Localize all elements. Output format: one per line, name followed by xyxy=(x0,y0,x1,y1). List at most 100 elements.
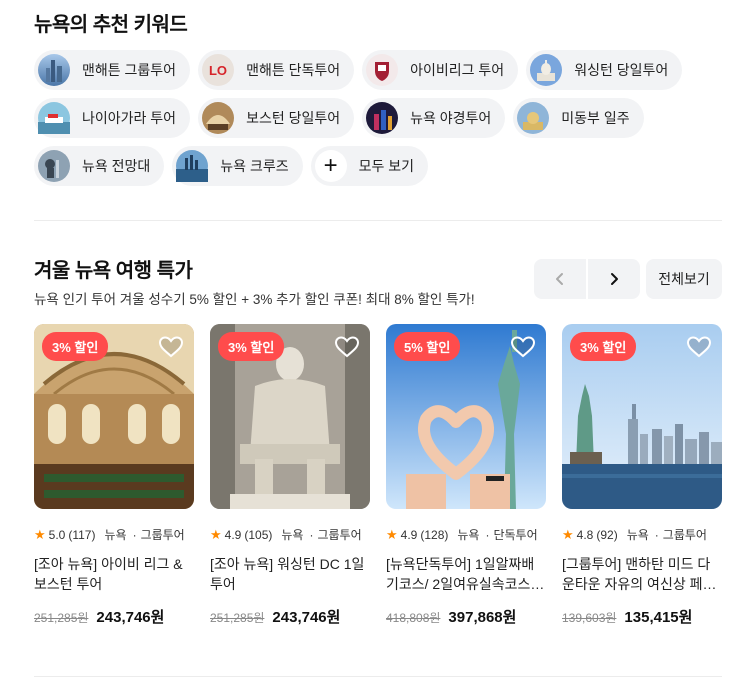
keyword-label: 보스턴 당일투어 xyxy=(246,110,341,126)
star-icon: ★ xyxy=(562,526,574,542)
deals-title: 겨울 뉴욕 여행 특가 xyxy=(34,260,193,282)
tour-type: 그룹투어 xyxy=(140,528,185,542)
rating-value: 4.9 xyxy=(224,527,242,542)
keyword-row: 뉴욕 전망대 뉴욕 크루즈 + 모두 보기 xyxy=(34,146,734,186)
prev-button[interactable] xyxy=(534,259,586,299)
rating-value: 4.9 xyxy=(400,527,418,542)
deal-name[interactable]: [그룹투어] 맨하탄 미드 다운타운 자유의 여신상 페리 투... xyxy=(562,554,722,594)
rating-value: 4.8 xyxy=(576,527,594,542)
discount-badge: 3% 할인 xyxy=(218,332,285,361)
keyword-label: 뉴욕 크루즈 xyxy=(220,158,289,174)
price-row: 139,603원 135,415원 xyxy=(562,606,722,627)
keyword-row: 나이아가라 투어 보스턴 당일투어 뉴욕 야경투어 미동부 일주 xyxy=(34,98,734,138)
original-price: 139,603원 xyxy=(562,611,617,625)
original-price: 251,285원 xyxy=(210,611,265,625)
skyline-thumb xyxy=(38,54,70,86)
observatory-thumb xyxy=(38,150,70,182)
keyword-chip[interactable]: 뉴욕 야경투어 xyxy=(362,98,506,138)
library-thumb xyxy=(202,102,235,134)
deals-subtitle: 뉴욕 인기 투어 겨울 성수기 5% 할인 + 3% 추가 할인 쿠폰! 최대 … xyxy=(34,292,475,307)
city-label: 뉴욕 xyxy=(457,528,480,542)
original-price: 251,285원 xyxy=(34,611,89,625)
price-row: 251,285원 243,746원 xyxy=(34,606,194,627)
keyword-label: 워싱턴 당일투어 xyxy=(574,62,669,78)
keyword-chip[interactable]: 보스턴 당일투어 xyxy=(198,98,355,138)
keyword-chip[interactable]: 맨해튼 그룹투어 xyxy=(34,50,191,90)
next-button[interactable] xyxy=(588,259,640,299)
cruise-thumb xyxy=(176,150,209,182)
tour-type: 그룹투어 xyxy=(317,528,362,542)
see-all-keywords-button[interactable]: + 모두 보기 xyxy=(310,146,429,186)
discount-badge: 5% 할인 xyxy=(394,332,461,361)
star-icon: ★ xyxy=(386,526,398,542)
tour-type: 그룹투어 xyxy=(662,528,707,542)
tour-type: 단독투어 xyxy=(493,528,538,542)
keyword-label: 미동부 일주 xyxy=(561,110,630,126)
deal-card-image[interactable]: 3% 할인 xyxy=(562,324,722,509)
deal-card[interactable]: 3% 할인 ★ 5.0 (117) 뉴욕 · 그룹투어 [조아 뉴욕] 아이비 … xyxy=(34,324,194,627)
review-count: (92) xyxy=(596,527,618,542)
keyword-label: 모두 보기 xyxy=(358,158,415,174)
keyword-label: 뉴욕 야경투어 xyxy=(410,110,492,126)
boat-thumb xyxy=(38,102,70,134)
separator-dot-icon: · xyxy=(485,527,490,542)
sale-price: 135,415원 xyxy=(624,609,693,626)
sale-price: 243,746원 xyxy=(96,609,165,626)
heart-icon[interactable] xyxy=(158,335,184,364)
keyword-row: 맨해튼 그룹투어 LO 맨해튼 단독투어 아이비리그 투어 워싱턴 당일투어 xyxy=(34,50,734,90)
svg-text:LO: LO xyxy=(209,63,227,78)
deal-card-image[interactable]: 3% 할인 xyxy=(34,324,194,509)
heart-icon[interactable] xyxy=(510,335,536,364)
love-sculpture-thumb: LO xyxy=(202,54,235,86)
keyword-chip[interactable]: 미동부 일주 xyxy=(513,98,644,138)
deal-name[interactable]: [뉴욕단독투어] 1일알짜배기코스/ 2일여유실속코스*뉴... xyxy=(386,554,546,594)
keyword-label: 맨해튼 그룹투어 xyxy=(82,62,177,78)
deal-card[interactable]: 5% 할인 ★ 4.9 (128) 뉴욕 · 단독투어 [뉴욕단독투어] 1일알… xyxy=(386,324,546,627)
star-icon: ★ xyxy=(34,526,46,542)
keyword-chip[interactable]: 워싱턴 당일투어 xyxy=(526,50,683,90)
keyword-label: 아이비리그 투어 xyxy=(410,62,505,78)
keyword-chip[interactable]: 뉴욕 전망대 xyxy=(34,146,165,186)
deal-card[interactable]: 3% 할인 ★ 4.9 (105) 뉴욕 · 그룹투어 [조아 뉴욕] 워싱턴 … xyxy=(210,324,370,627)
original-price: 418,808원 xyxy=(386,611,441,625)
discount-badge: 3% 할인 xyxy=(42,332,109,361)
separator-dot-icon: · xyxy=(654,527,659,542)
heart-icon[interactable] xyxy=(686,335,712,364)
capitol-gold-thumb xyxy=(517,102,550,134)
keyword-chips: 맨해튼 그룹투어 LO 맨해튼 단독투어 아이비리그 투어 워싱턴 당일투어나이아가라 … xyxy=(34,50,734,194)
review-count: (128) xyxy=(420,527,449,542)
section-divider xyxy=(34,220,722,221)
keyword-label: 뉴욕 전망대 xyxy=(82,158,151,174)
keyword-chip[interactable]: 나이아가라 투어 xyxy=(34,98,191,138)
price-row: 418,808원 397,868원 xyxy=(386,606,546,627)
deal-card-image[interactable]: 5% 할인 xyxy=(386,324,546,509)
heart-icon[interactable] xyxy=(334,335,360,364)
rating-value: 5.0 xyxy=(48,527,66,542)
plus-icon: + xyxy=(314,150,347,182)
sale-price: 243,746원 xyxy=(272,609,341,626)
harvard-crest-thumb xyxy=(366,54,399,86)
city-label: 뉴욕 xyxy=(104,528,127,542)
carousel-nav xyxy=(534,259,640,299)
keyword-chip[interactable]: 뉴욕 크루즈 xyxy=(172,146,303,186)
rating-meta: ★ 4.9 (105) 뉴욕 · 그룹투어 xyxy=(210,526,370,543)
separator-dot-icon: · xyxy=(132,527,137,542)
city-label: 뉴욕 xyxy=(626,528,649,542)
see-all-button[interactable]: 전체보기 xyxy=(646,259,722,299)
keyword-chip[interactable]: 아이비리그 투어 xyxy=(362,50,519,90)
keyword-chip[interactable]: LO 맨해튼 단독투어 xyxy=(198,50,355,90)
keyword-label: 맨해튼 단독투어 xyxy=(246,62,341,78)
rating-meta: ★ 4.9 (128) 뉴욕 · 단독투어 xyxy=(386,526,546,543)
deal-card-image[interactable]: 3% 할인 xyxy=(210,324,370,509)
deal-card[interactable]: 3% 할인 ★ 4.8 (92) 뉴욕 · 그룹투어 [그룹투어] 맨하탄 미드… xyxy=(562,324,722,627)
review-count: (105) xyxy=(244,527,273,542)
separator-dot-icon: · xyxy=(309,527,314,542)
chevron-right-icon xyxy=(611,273,618,285)
capitol-thumb xyxy=(530,54,563,86)
rating-meta: ★ 5.0 (117) 뉴욕 · 그룹투어 xyxy=(34,526,194,543)
sale-price: 397,868원 xyxy=(448,609,517,626)
deal-name[interactable]: [조아 뉴욕] 아이비 리그 & 보스턴 투어 xyxy=(34,554,194,594)
deal-name[interactable]: [조아 뉴욕] 워싱턴 DC 1일 투어 xyxy=(210,554,370,594)
star-icon: ★ xyxy=(210,526,222,542)
deal-cards: 3% 할인 ★ 5.0 (117) 뉴욕 · 그룹투어 [조아 뉴욕] 아이비 … xyxy=(34,324,722,627)
